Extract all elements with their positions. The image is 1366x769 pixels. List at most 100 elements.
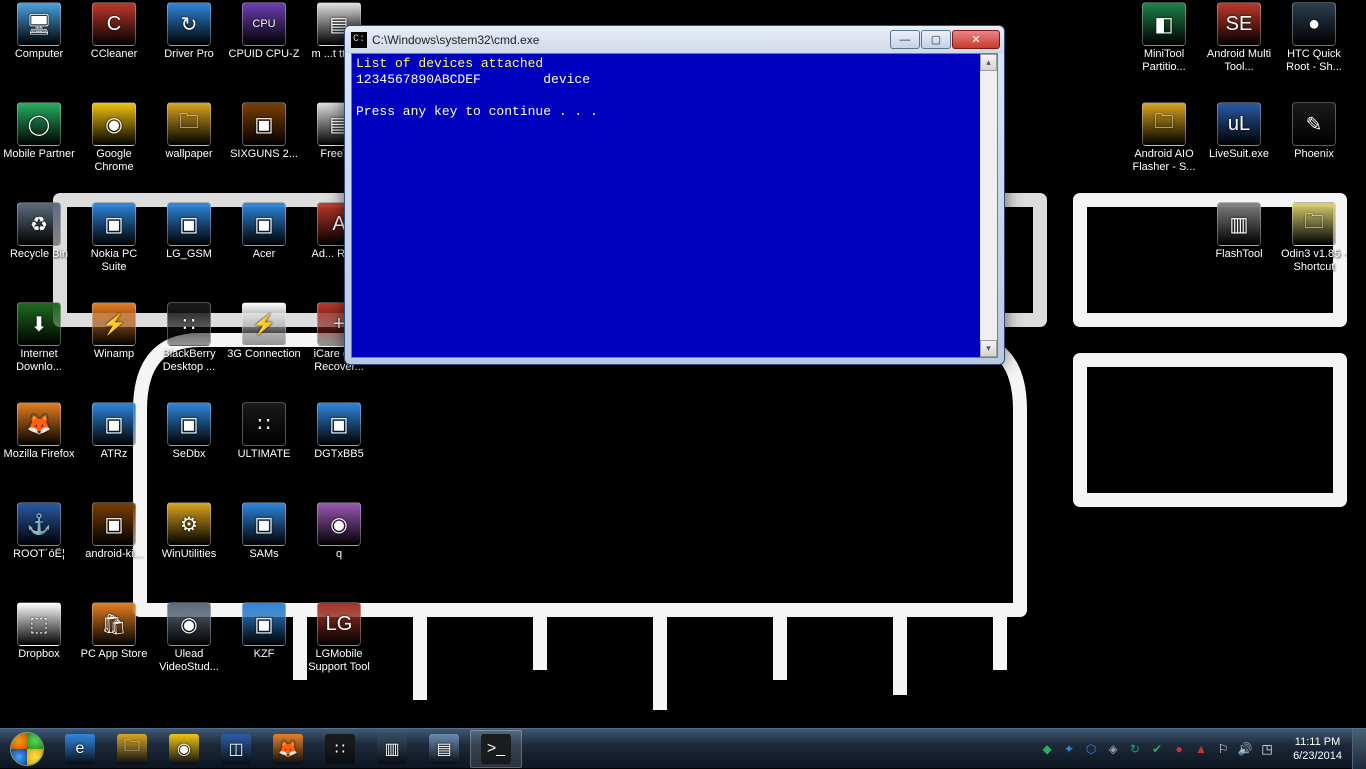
taskbar-clock[interactable]: 11:11 PM 6/23/2014	[1283, 732, 1352, 766]
tray-icon-3[interactable]: ◈	[1105, 741, 1121, 757]
desktop-icon-acer[interactable]: ▣Acer	[227, 202, 301, 261]
desktop-icon-ultimate[interactable]: ∷ULTIMATE	[227, 402, 301, 461]
desktop-icon-driver-pro[interactable]: ↻Driver Pro	[152, 2, 226, 61]
taskbar-item-blackberry[interactable]: ∷	[314, 730, 366, 768]
desktop-icon-livesuit-exe[interactable]: uLLiveSuit.exe	[1202, 102, 1276, 161]
desktop-icon-atrz[interactable]: ▣ATRz	[77, 402, 151, 461]
app-icon: 🖥	[17, 2, 61, 46]
taskbar-item-app2[interactable]: ▤	[418, 730, 470, 768]
desktop-icon-recycle-bin[interactable]: ♻Recycle Bin	[2, 202, 76, 261]
taskbar-item-chrome[interactable]: ◉	[158, 730, 210, 768]
cmd-window[interactable]: C: C:\Windows\system32\cmd.exe — ▢ ✕ Lis…	[344, 25, 1005, 365]
tray-icon-7[interactable]: ▲	[1193, 741, 1209, 757]
desktop-icon-dgtxbb5[interactable]: ▣DGTxBB5	[302, 402, 376, 461]
scroll-track[interactable]	[980, 71, 997, 340]
desktop-icon-sams[interactable]: ▣SAMs	[227, 502, 301, 561]
desktop-icon-root[interactable]: ⚓ROOT´óÊ¦	[2, 502, 76, 561]
desktop-icon-android-multi-tool[interactable]: SEAndroid Multi Tool...	[1202, 2, 1276, 74]
tray-icon-5[interactable]: ✔	[1149, 741, 1165, 757]
taskbar-item-switcher[interactable]: ◫	[210, 730, 262, 768]
desktop-icon-winamp[interactable]: ⚡Winamp	[77, 302, 151, 361]
tray-icon-4[interactable]: ↻	[1127, 741, 1143, 757]
blackberry-icon: ∷	[325, 734, 355, 764]
desktop-icon-minitool-partitio[interactable]: ◧MiniTool Partitio...	[1127, 2, 1201, 74]
start-button[interactable]	[0, 729, 54, 769]
desktop-icon-label: LG_GSM	[152, 248, 226, 261]
desktop-icon-ccleaner[interactable]: CCCleaner	[77, 2, 151, 61]
desktop-icon-blackberry-desktop[interactable]: ∷BlackBerry Desktop ...	[152, 302, 226, 374]
app-icon: ♻	[17, 202, 61, 246]
desktop-icon-label: Nokia PC Suite	[77, 248, 151, 274]
desktop-icon-label: Odin3 v1.85 - Shortcut	[1277, 248, 1351, 274]
app-icon: ●	[1292, 2, 1336, 46]
tray-icon-2[interactable]: ⬡	[1083, 741, 1099, 757]
scroll-down-button[interactable]: ▾	[980, 340, 997, 357]
show-desktop-button[interactable]	[1352, 729, 1366, 769]
desktop-icon-q[interactable]: ◉q	[302, 502, 376, 561]
tray-icon-0[interactable]: ◆	[1039, 741, 1055, 757]
app-icon: ▣	[242, 102, 286, 146]
tray-icon-9[interactable]: 🔊	[1237, 741, 1253, 757]
desktop-icon-pc-app-store[interactable]: 🛍PC App Store	[77, 602, 151, 661]
desktop-icon-label: FlashTool	[1202, 248, 1276, 261]
desktop-icon-sixguns-2[interactable]: ▣SIXGUNS 2...	[227, 102, 301, 161]
desktop-icon-odin3-v1-85-shortcut[interactable]: 🗀Odin3 v1.85 - Shortcut	[1277, 202, 1351, 274]
desktop-icon-label: HTC Quick Root - Sh...	[1277, 48, 1351, 74]
app-icon: 🗀	[167, 102, 211, 146]
minimize-button[interactable]: —	[890, 30, 920, 49]
app-icon: 🗀	[1292, 202, 1336, 246]
taskbar-item-firefox[interactable]: 🦊	[262, 730, 314, 768]
desktop-icon-wallpaper[interactable]: 🗀wallpaper	[152, 102, 226, 161]
desktop-icon-lgmobile-support-tool[interactable]: LGLGMobile Support Tool	[302, 602, 376, 674]
app-icon: ✎	[1292, 102, 1336, 146]
desktop-icon-label: Phoenix	[1277, 148, 1351, 161]
app-icon: 🗀	[1142, 102, 1186, 146]
desktop-icon-nokia-pc-suite[interactable]: ▣Nokia PC Suite	[77, 202, 151, 274]
app-icon: ◧	[1142, 2, 1186, 46]
cmd-titlebar[interactable]: C: C:\Windows\system32\cmd.exe — ▢ ✕	[345, 26, 1004, 53]
switcher-icon: ◫	[221, 734, 251, 764]
taskbar-item-explorer[interactable]: 🗀	[106, 730, 158, 768]
scroll-up-button[interactable]: ▴	[980, 54, 997, 71]
taskbar-item-cmd[interactable]: >_	[470, 730, 522, 768]
desktop-icon-computer[interactable]: 🖥 Computer	[2, 2, 76, 61]
desktop-icon-android-aio-flasher-s[interactable]: 🗀Android AIO Flasher - S...	[1127, 102, 1201, 174]
desktop-icon-lg-gsm[interactable]: ▣LG_GSM	[152, 202, 226, 261]
desktop-icon-htc-quick-root-sh[interactable]: ●HTC Quick Root - Sh...	[1277, 2, 1351, 74]
desktop-icon-phoenix[interactable]: ✎ Phoenix	[1277, 102, 1351, 161]
desktop-icon-google-chrome[interactable]: ◉Google Chrome	[77, 102, 151, 174]
desktop-icon-android-ki[interactable]: ▣android-ki...	[77, 502, 151, 561]
tray-icon-1[interactable]: ✦	[1061, 741, 1077, 757]
desktop-icon-label: android-ki...	[77, 548, 151, 561]
desktop-icon-label: Driver Pro	[152, 48, 226, 61]
chrome-icon: ◉	[169, 734, 199, 764]
desktop-icon-mobile-partner[interactable]: ◯Mobile Partner	[2, 102, 76, 161]
maximize-button[interactable]: ▢	[921, 30, 951, 49]
close-button[interactable]: ✕	[952, 30, 1000, 49]
tray-icon-10[interactable]: ◳	[1259, 741, 1275, 757]
desktop-icon-dropbox[interactable]: ⬚Dropbox	[2, 602, 76, 661]
desktop-icon-internet-downlo[interactable]: ⬇Internet Downlo...	[2, 302, 76, 374]
desktop-icon-label: Mozilla Firefox	[2, 448, 76, 461]
taskbar-item-ie[interactable]: e	[54, 730, 106, 768]
desktop-icon-mozilla-firefox[interactable]: 🦊Mozilla Firefox	[2, 402, 76, 461]
desktop-icon-3g-connection[interactable]: ⚡3G Connection	[227, 302, 301, 361]
desktop-icon-winutilities[interactable]: ⚙WinUtilities	[152, 502, 226, 561]
desktop-icon-label: PC App Store	[77, 648, 151, 661]
desktop-icon-cpuid-cpu-z[interactable]: CPUCPUID CPU-Z	[227, 2, 301, 61]
desktop-icon-label: CCleaner	[77, 48, 151, 61]
desktop-icon-kzf[interactable]: ▣KZF	[227, 602, 301, 661]
cmd-scrollbar[interactable]: ▴ ▾	[980, 54, 997, 357]
tray-icon-6[interactable]: ●	[1171, 741, 1187, 757]
taskbar-item-app1[interactable]: ▥	[366, 730, 418, 768]
desktop-icon-ulead-videostud[interactable]: ◉Ulead VideoStud...	[152, 602, 226, 674]
app-icon: ◉	[167, 602, 211, 646]
tray-icon-8[interactable]: ⚐	[1215, 741, 1231, 757]
app-icon: ⬇	[17, 302, 61, 346]
cmd-icon: >_	[481, 734, 511, 764]
firefox-icon: 🦊	[273, 734, 303, 764]
desktop-icon-label: Google Chrome	[77, 148, 151, 174]
desktop-icon-label: Computer	[2, 48, 76, 61]
desktop-icon-sedbx[interactable]: ▣SeDbx	[152, 402, 226, 461]
desktop-icon-flashtool[interactable]: ▥FlashTool	[1202, 202, 1276, 261]
